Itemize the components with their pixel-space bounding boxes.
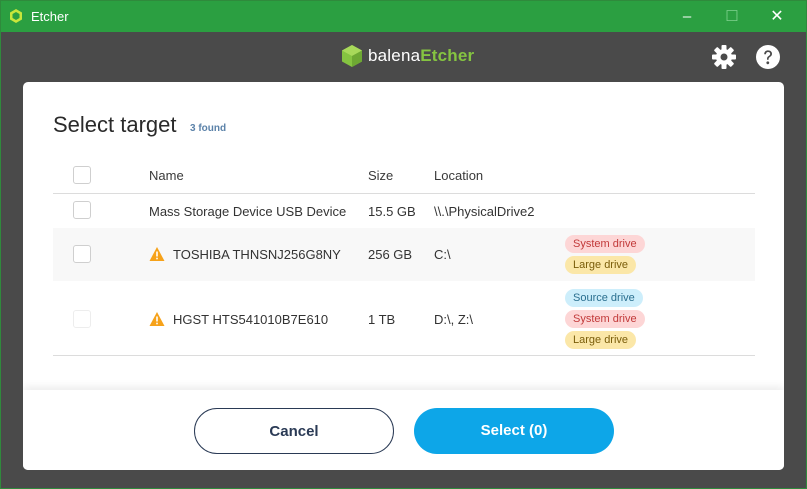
drive-name: HGST HTS541010B7E610 bbox=[173, 312, 329, 327]
gear-icon[interactable] bbox=[711, 44, 737, 70]
system-drive-badge: System drive bbox=[565, 310, 645, 328]
app-header: balenaEtcher bbox=[1, 32, 806, 82]
select-all-checkbox[interactable] bbox=[73, 166, 91, 184]
modal-title: Select target bbox=[53, 112, 177, 137]
brand-name-part2: Etcher bbox=[420, 46, 475, 65]
etcher-app-icon bbox=[10, 9, 22, 23]
column-location: Location bbox=[434, 168, 484, 183]
brand-logo: balenaEtcher bbox=[342, 44, 474, 68]
column-size: Size bbox=[368, 168, 394, 183]
row-checkbox[interactable] bbox=[73, 310, 91, 328]
drive-name: Mass Storage Device USB Device bbox=[149, 204, 347, 219]
drive-name: TOSHIBA THNSNJ256G8NY bbox=[173, 247, 341, 262]
table-row[interactable]: HGST HTS541010B7E610 1 TB D:\, Z:\ Sourc… bbox=[53, 282, 755, 357]
etcher-logo-icon bbox=[342, 45, 362, 67]
table-header: Name Size Location bbox=[53, 158, 755, 194]
drive-location: C:\ bbox=[434, 247, 451, 262]
large-drive-badge: Large drive bbox=[565, 256, 637, 274]
drive-location: \\.\PhysicalDrive2 bbox=[434, 204, 535, 219]
brand-name-part1: balena bbox=[368, 46, 421, 65]
title-bar: Etcher – ☐ ✕ bbox=[1, 1, 806, 32]
drive-size: 1 TB bbox=[368, 312, 396, 327]
system-drive-badge: System drive bbox=[565, 235, 645, 253]
minimize-button[interactable]: – bbox=[672, 5, 702, 29]
drive-table: Name Size Location Mass Storage Device U… bbox=[53, 158, 755, 357]
maximize-button[interactable]: ☐ bbox=[717, 5, 747, 29]
drive-size: 256 GB bbox=[368, 247, 413, 262]
window-title: Etcher bbox=[31, 9, 69, 24]
etcher-window: Etcher – ☐ ✕ balenaEtcher Select target … bbox=[0, 0, 807, 489]
modal-footer: Cancel Select (0) bbox=[23, 390, 784, 470]
warning-icon bbox=[149, 312, 165, 326]
table-row[interactable]: Mass Storage Device USB Device 15.5 GB \… bbox=[53, 194, 755, 228]
found-count: 3 found bbox=[190, 123, 227, 134]
column-name: Name bbox=[149, 168, 184, 183]
cancel-button[interactable]: Cancel bbox=[194, 408, 394, 454]
table-row[interactable]: TOSHIBA THNSNJ256G8NY 256 GB C:\ System … bbox=[53, 228, 755, 282]
brand-name: balenaEtcher bbox=[368, 46, 474, 66]
select-button[interactable]: Select (0) bbox=[414, 408, 614, 454]
row-checkbox[interactable] bbox=[73, 245, 91, 263]
close-button[interactable]: ✕ bbox=[762, 5, 792, 29]
drive-location: D:\, Z:\ bbox=[434, 312, 473, 327]
warning-icon bbox=[149, 247, 165, 261]
help-icon[interactable] bbox=[755, 44, 781, 70]
source-drive-badge: Source drive bbox=[565, 289, 643, 307]
row-checkbox[interactable] bbox=[73, 201, 91, 219]
large-drive-badge: Large drive bbox=[565, 331, 637, 349]
table-bottom-divider bbox=[53, 355, 755, 356]
select-target-modal: Select target 3 found Name Size Location… bbox=[23, 82, 784, 470]
drive-size: 15.5 GB bbox=[368, 204, 416, 219]
